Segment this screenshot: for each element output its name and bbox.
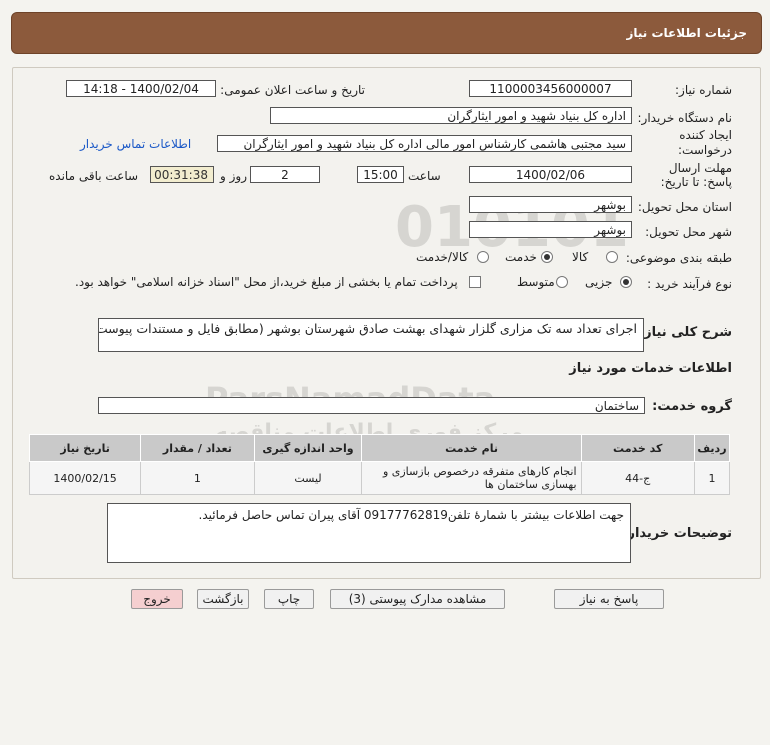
page-header: جزئیات اطلاعات نیاز — [11, 12, 762, 54]
buyer-org-label: نام دستگاه خریدار: — [637, 111, 733, 125]
services-table: ردیف کد خدمت نام خدمت واحد اندازه گیری ت… — [28, 434, 731, 495]
remaining-label: ساعت باقی مانده — [49, 169, 139, 183]
cell-date: 1400/02/15 — [28, 461, 142, 495]
treasury-payment-checkbox[interactable] — [469, 276, 481, 288]
province-label: استان محل تحویل: — [637, 200, 732, 214]
description-label: شرح کلی نیاز: — [638, 325, 732, 340]
reply-button[interactable]: پاسخ به نیاز — [554, 589, 664, 609]
table-row: 1 ج-44 انجام کارهای متفرقه درخصوص بازساز… — [28, 461, 731, 495]
back-button[interactable]: بازگشت — [197, 589, 249, 609]
buyer-notes-label: توضیحات خریدار: — [622, 526, 732, 541]
deadline-date-field: 1400/02/06 — [469, 166, 632, 183]
need-number-label: شماره نیاز: — [675, 83, 732, 97]
col-qty: تعداد / مقدار — [140, 434, 255, 462]
treasury-payment-note: پرداخت تمام یا بخشی از مبلغ خرید،از محل … — [75, 275, 458, 289]
process-label: نوع فرآیند خرید : — [647, 277, 732, 291]
print-button[interactable]: چاپ — [264, 589, 314, 609]
category-option-goods: کالا — [572, 250, 589, 264]
page-title: جزئیات اطلاعات نیاز — [626, 26, 747, 40]
cell-unit: لیست — [253, 461, 363, 495]
category-option-service: خدمت — [505, 250, 537, 264]
col-unit: واحد اندازه گیری — [253, 434, 363, 462]
category-radio-goods[interactable] — [606, 251, 618, 263]
deadline-label: مهلت ارسال پاسخ: تا تاریخ: — [660, 161, 732, 189]
cell-code: ج-44 — [580, 461, 695, 495]
need-number-field: 1100003456000007 — [469, 80, 632, 97]
buyer-notes-field: جهت اطلاعات بیشتر با شمارۀ تلفن091777628… — [107, 503, 631, 563]
services-section-title: اطلاعات خدمات مورد نیاز — [569, 361, 732, 376]
cell-row: 1 — [693, 461, 731, 495]
process-option-minor: جزیی — [585, 275, 613, 289]
category-radio-service[interactable] — [541, 251, 553, 263]
creator-label: ایجاد کننده درخواست: — [678, 128, 732, 157]
col-date: تاریخ نیاز — [28, 434, 142, 462]
category-label: طبقه بندی موضوعی: — [625, 251, 732, 265]
creator-field: سید مجتبی هاشمی کارشناس امور مالی اداره … — [217, 135, 632, 152]
deadline-time-field: 15:00 — [357, 166, 404, 183]
days-field: 2 — [250, 166, 320, 183]
process-option-medium: متوسط — [517, 275, 555, 289]
deadline-time-label: ساعت — [408, 169, 441, 183]
col-name: نام خدمت — [361, 434, 582, 462]
province-field: بوشهر — [469, 196, 632, 213]
category-radio-goods-service[interactable] — [477, 251, 489, 263]
attachments-button[interactable]: مشاهده مدارک پیوستی (3) — [330, 589, 505, 609]
description-field: اجرای تعداد سه تک مزاری گلزار شهدای بهشت… — [98, 318, 644, 352]
service-group-label: گروه خدمت: — [652, 399, 732, 414]
buyer-org-field: اداره کل بنیاد شهید و امور ایثارگران — [270, 107, 632, 124]
col-row: ردیف — [693, 434, 731, 462]
announce-label: تاریخ و ساعت اعلان عمومی: — [220, 83, 365, 97]
buyer-contact-link[interactable]: اطلاعات تماس خریدار — [80, 137, 191, 151]
category-option-goods-service: کالا/خدمت — [416, 250, 469, 264]
services-table-header: ردیف کد خدمت نام خدمت واحد اندازه گیری ت… — [28, 434, 731, 462]
announce-datetime-field: 1400/02/04 - 14:18 — [66, 80, 216, 97]
process-radio-medium[interactable] — [556, 276, 568, 288]
exit-button[interactable]: خروج — [131, 589, 183, 609]
col-code: کد خدمت — [580, 434, 695, 462]
city-field: بوشهر — [469, 221, 632, 238]
service-group-field: ساختمان — [98, 397, 645, 414]
days-label: روز و — [220, 169, 247, 183]
city-label: شهر محل تحویل: — [645, 225, 732, 239]
remaining-timer: 00:31:38 — [150, 166, 214, 183]
process-radio-minor[interactable] — [620, 276, 632, 288]
cell-qty: 1 — [140, 461, 255, 495]
cell-name: انجام کارهای متفرقه درخصوص بازسازی و بهس… — [361, 461, 582, 495]
